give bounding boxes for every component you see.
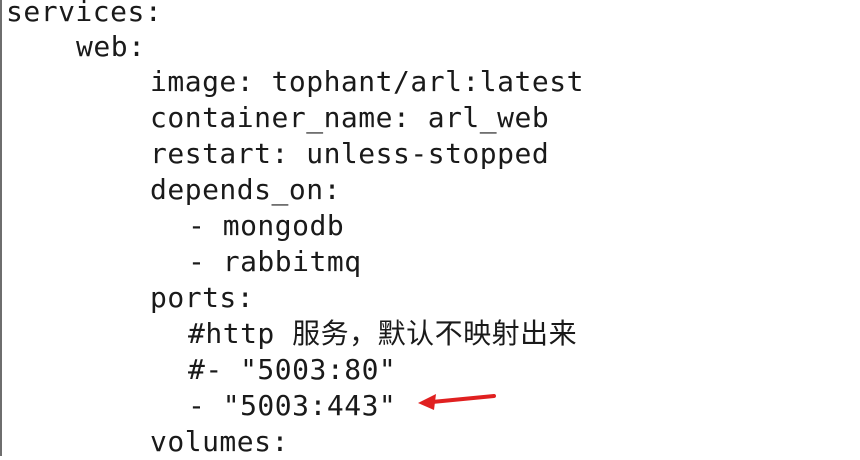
code-line-image: image: tophant/arl:latest xyxy=(150,65,584,98)
code-line-volumes: volumes: xyxy=(150,425,289,458)
code-line-web: web: xyxy=(76,30,146,63)
code-line-ports: ports: xyxy=(150,281,255,314)
red-arrow-icon xyxy=(418,394,496,410)
code-line-services: services: xyxy=(6,0,163,28)
code-line-rabbitmq: - rabbitmq xyxy=(188,245,362,278)
code-line-container-name: container_name: arl_web xyxy=(150,101,550,134)
code-line-depends-on: depends_on: xyxy=(150,173,341,206)
code-editor[interactable]: services: web: image: tophant/arl:latest… xyxy=(0,0,860,458)
code-line-comment-port: #- "5003:80" xyxy=(188,353,397,386)
code-line-comment-http: #http 服务，默认不映射出来 xyxy=(188,317,578,350)
code-line-restart: restart: unless-stopped xyxy=(150,137,550,170)
code-line-port-443: - "5003:443" xyxy=(188,389,397,422)
code-line-mongodb: - mongodb xyxy=(188,209,345,242)
